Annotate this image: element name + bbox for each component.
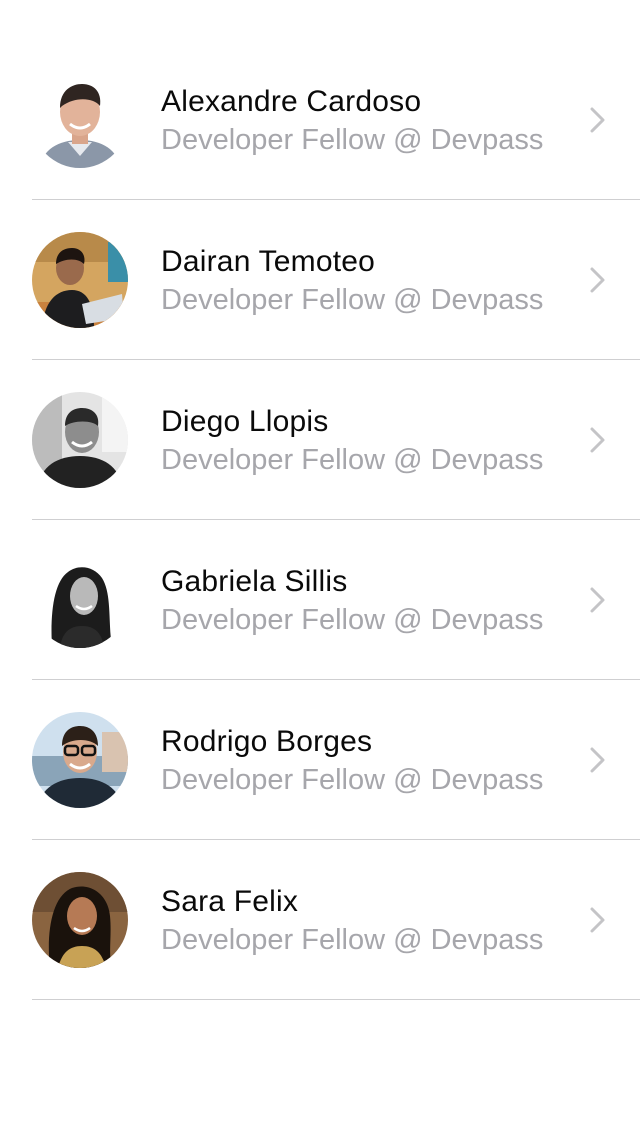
list-item-gabriela-sillis[interactable]: Gabriela Sillis Developer Fellow @ Devpa… (0, 520, 640, 680)
avatar-icon (32, 712, 128, 808)
person-role: Developer Fellow @ Devpass (161, 124, 544, 156)
chevron-right-icon (588, 106, 608, 134)
person-name: Diego Llopis (161, 405, 329, 438)
chevron-right-icon (588, 266, 608, 294)
avatar (32, 392, 128, 488)
person-name: Sara Felix (161, 885, 299, 918)
avatar (32, 552, 128, 648)
person-name: Rodrigo Borges (161, 725, 373, 758)
avatar-icon (32, 232, 128, 328)
list-item-diego-llopis[interactable]: Diego Llopis Developer Fellow @ Devpass (0, 360, 640, 520)
person-role: Developer Fellow @ Devpass (161, 764, 544, 796)
list-item-sara-felix[interactable]: Sara Felix Developer Fellow @ Devpass (0, 840, 640, 1000)
people-list: Alexandre Cardoso Developer Fellow @ Dev… (0, 40, 640, 1000)
person-role: Developer Fellow @ Devpass (161, 604, 544, 636)
avatar (32, 872, 128, 968)
list-item-rodrigo-borges[interactable]: Rodrigo Borges Developer Fellow @ Devpas… (0, 680, 640, 840)
person-role: Developer Fellow @ Devpass (161, 924, 544, 956)
avatar (32, 72, 128, 168)
list-item-alexandre-cardoso[interactable]: Alexandre Cardoso Developer Fellow @ Dev… (0, 40, 640, 200)
person-role: Developer Fellow @ Devpass (161, 284, 544, 316)
avatar-icon (32, 872, 128, 968)
avatar (32, 712, 128, 808)
avatar (32, 232, 128, 328)
avatar-icon (32, 72, 128, 168)
avatar-icon (32, 392, 128, 488)
person-role: Developer Fellow @ Devpass (161, 444, 544, 476)
chevron-right-icon (588, 746, 608, 774)
chevron-right-icon (588, 586, 608, 614)
chevron-right-icon (588, 906, 608, 934)
avatar-icon (32, 552, 128, 648)
list-item-dairan-temoteo[interactable]: Dairan Temoteo Developer Fellow @ Devpas… (0, 200, 640, 360)
person-name: Dairan Temoteo (161, 245, 376, 278)
person-name: Alexandre Cardoso (161, 85, 422, 118)
person-name: Gabriela Sillis (161, 565, 348, 598)
chevron-right-icon (588, 426, 608, 454)
